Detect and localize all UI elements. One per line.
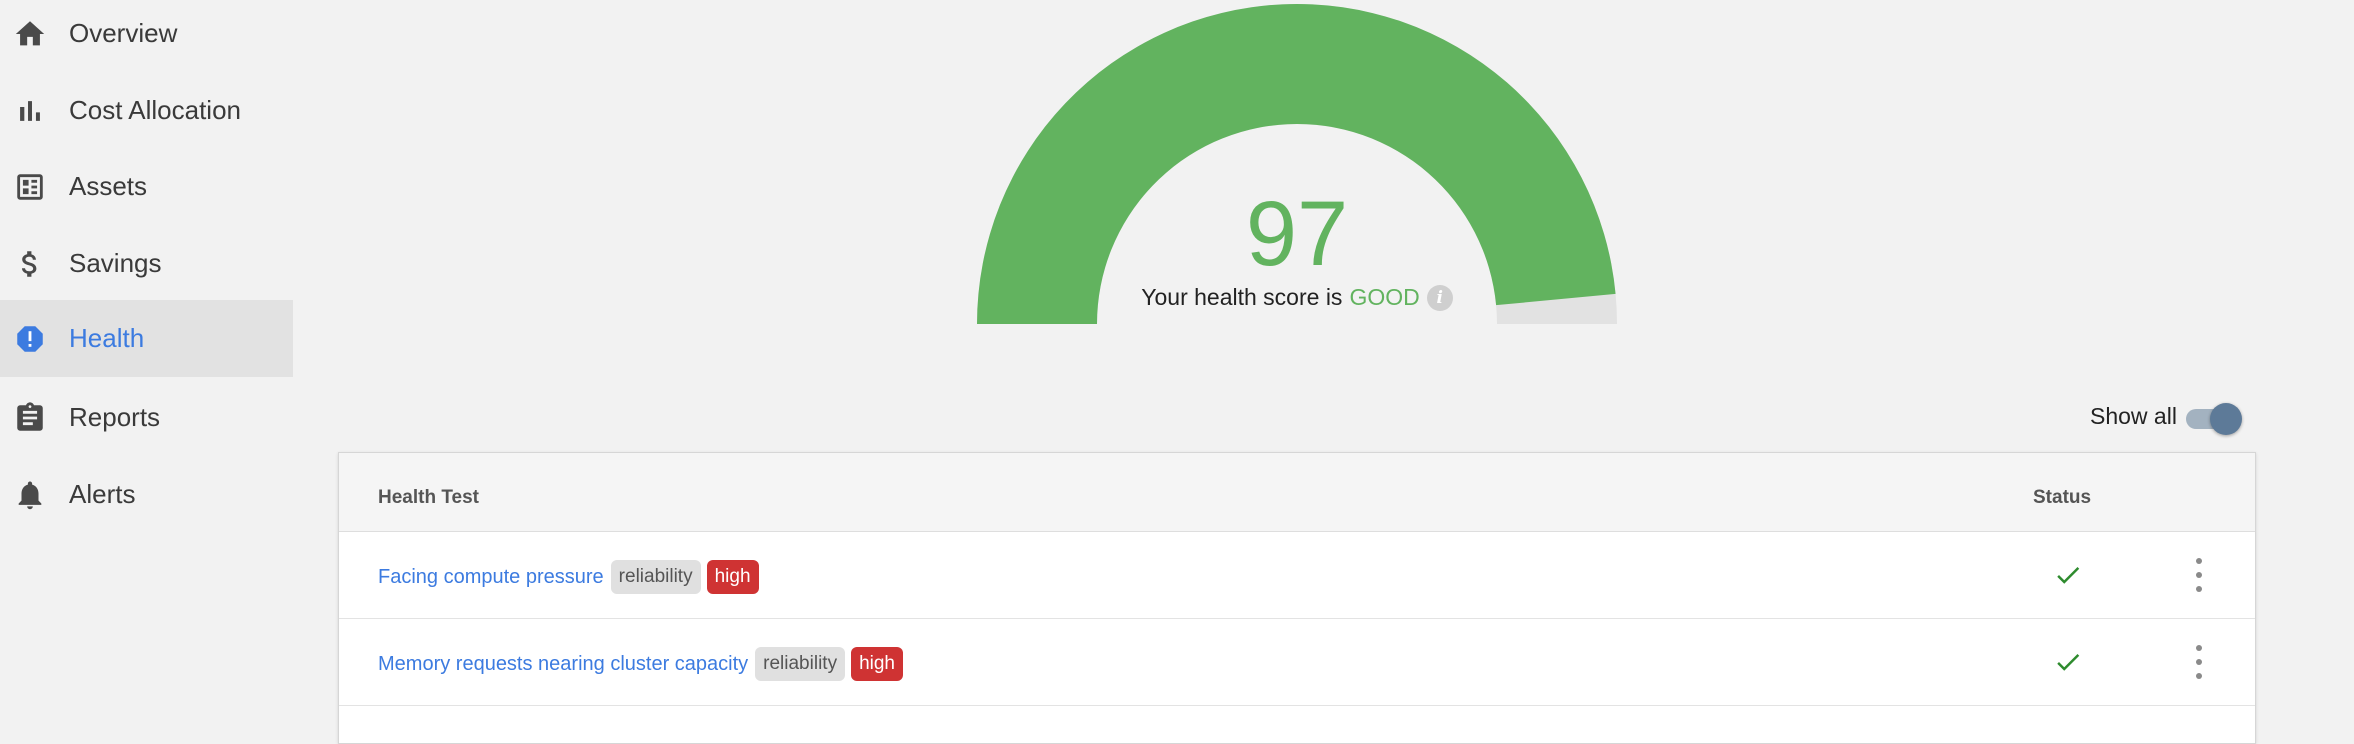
sidebar-item-alerts[interactable]: Alerts [0,456,293,533]
sidebar-item-label: Overview [69,18,178,48]
show-all-toggle[interactable] [2186,403,2244,435]
sidebar-item-assets[interactable]: Assets [0,148,293,225]
check-icon [2057,654,2080,671]
severity-badge: high [706,560,759,594]
more-vert-icon[interactable] [2189,555,2209,595]
severity-badge: high [851,647,903,681]
sidebar-item-label: Alerts [69,479,136,509]
sidebar-item-cost-allocation[interactable]: Cost Allocation [0,72,293,149]
clipboard-icon [12,400,48,436]
health-score-rating: GOOD [1349,284,1420,310]
sidebar-item-label: Reports [69,402,161,432]
dollar-icon [12,246,48,282]
check-icon [2057,567,2080,584]
category-badge: reliability [755,647,846,681]
health-test-link[interactable]: Facing compute pressure [378,566,604,589]
sidebar-item-savings[interactable]: Savings [0,225,293,302]
bar-chart-icon [12,93,48,129]
sidebar-item-health[interactable]: Health [0,300,293,377]
sidebar-item-label: Savings [69,248,162,278]
column-header-status: Status [2033,487,2092,508]
more-vert-icon[interactable] [2189,642,2209,682]
toggle-knob [2210,403,2242,435]
dashboard-icon [12,169,48,205]
health-test-link[interactable]: Memory requests nearing cluster capacity [378,653,748,676]
home-icon [12,16,48,52]
sidebar-item-label: Health [69,323,145,353]
info-icon[interactable]: i [1426,284,1453,311]
show-all-label: Show all [2090,403,2177,429]
table-row: Facing compute pressure reliability high [339,532,2255,619]
sidebar-item-reports[interactable]: Reports [0,379,293,456]
health-test-cell: Memory requests nearing cluster capacity… [378,647,903,681]
alert-circle-icon [12,321,48,357]
health-test-table: Health Test Status Facing compute pressu… [338,452,2256,744]
sidebar: Overview Cost Allocation Assets Savings … [0,0,293,726]
sidebar-item-label: Cost Allocation [69,95,241,125]
category-badge: reliability [610,560,701,594]
bell-icon [12,477,48,513]
health-score-caption-text: Your health score is [1141,284,1343,310]
health-score-value: 97 [1245,183,1349,285]
health-score-caption: Your health score is GOOD i [1097,284,1497,311]
column-header-health-test: Health Test [378,487,480,508]
table-row: Memory requests nearing cluster capacity… [339,619,2255,706]
health-test-cell: Facing compute pressure reliability high [378,560,759,594]
table-header: Health Test Status [339,453,2255,532]
sidebar-item-overview[interactable]: Overview [0,0,293,72]
sidebar-item-label: Assets [69,171,148,201]
